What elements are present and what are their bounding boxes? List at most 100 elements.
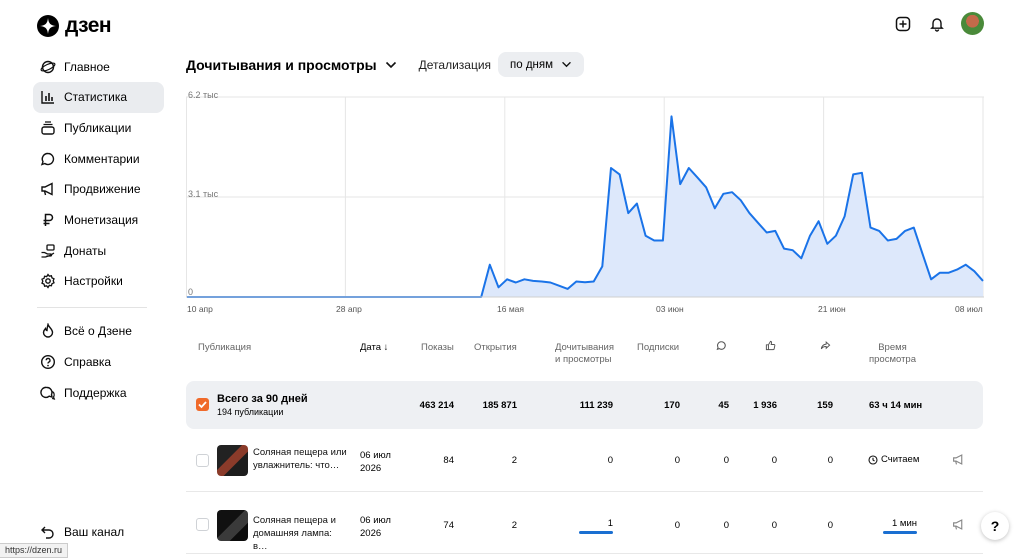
detail-dropdown[interactable]: по дням (498, 52, 585, 77)
sidebar-item-label: Комментарии (64, 151, 140, 166)
megaphone-icon (41, 182, 53, 196)
sidebar-item-label: Статистика (64, 90, 128, 105)
metric-selector[interactable]: Дочитывания и просмотры (186, 57, 377, 73)
clock-icon (868, 454, 878, 465)
share-icon[interactable] (820, 340, 831, 354)
publication-title[interactable]: Соляная пещера и домашняя лампа: в… (253, 514, 349, 553)
top-actions (893, 12, 984, 35)
col-subs[interactable]: Подписки (637, 342, 679, 353)
chat-icon (40, 386, 56, 400)
sidebar-item-monetization[interactable]: Монетизация (33, 205, 164, 236)
row-time: 1 мин (891, 518, 917, 529)
sidebar-item-about[interactable]: Всё о Дзене (33, 316, 164, 347)
total-shares: 159 (817, 400, 833, 411)
gear-icon (41, 273, 55, 290)
dzen-logo-icon (37, 15, 59, 37)
total-subs: 170 (664, 400, 680, 411)
sidebar-item-publications[interactable]: Публикации (33, 112, 164, 143)
row-checkbox[interactable] (196, 518, 209, 531)
sidebar-item-label: Ваш канал (64, 524, 125, 539)
x-tick-label: 03 июн (656, 304, 684, 314)
sidebar-item-label: Донаты (64, 243, 107, 258)
table-header: Публикация Дата ↓ Показы Открытия Дочиты… (186, 338, 984, 368)
like-icon[interactable] (765, 340, 776, 354)
flame-icon (42, 323, 54, 338)
sidebar-item-stats[interactable]: Статистика (33, 81, 164, 113)
promote-megaphone-icon[interactable] (952, 518, 965, 534)
add-icon[interactable] (893, 14, 913, 34)
y-tick-label: 6.2 тыс (188, 90, 219, 100)
sidebar-item-support[interactable]: Поддержка (33, 377, 164, 408)
help-button[interactable]: ? (981, 512, 1009, 540)
help-circle-icon (40, 354, 56, 369)
row-likes: 0 (771, 455, 777, 466)
sidebar-item-label: Публикации (64, 120, 132, 135)
chart-plot (186, 96, 984, 298)
chevron-down-icon (562, 61, 571, 68)
donate-icon (41, 244, 55, 258)
x-tick-label: 10 апр (187, 304, 213, 314)
bar-chart-icon (41, 91, 54, 104)
sidebar: Главное Статистика Публикации Комментари… (33, 51, 164, 408)
avatar[interactable] (961, 12, 984, 35)
sidebar-item-settings[interactable]: Настройки (33, 266, 164, 297)
total-subtitle: 194 публикации (217, 407, 284, 417)
col-date-sort[interactable]: Дата ↓ (360, 342, 388, 353)
x-tick-label: 08 июл (955, 304, 983, 314)
comment-icon[interactable] (716, 340, 727, 354)
sidebar-item-label: Поддержка (64, 385, 127, 400)
total-reads: 111 239 (579, 400, 613, 411)
row-likes: 0 (771, 520, 777, 531)
row-opens: 2 (511, 520, 517, 531)
publication-title[interactable]: Соляная пещера или увлажнитель: что… (253, 446, 349, 472)
stack-icon (41, 121, 55, 135)
logo-text: дзен (65, 14, 112, 37)
back-arrow-icon (41, 526, 54, 539)
total-likes: 1 936 (753, 400, 777, 411)
sidebar-item-main[interactable]: Главное (33, 51, 164, 82)
col-time[interactable]: Время просмотра (869, 342, 916, 366)
bell-icon[interactable] (927, 14, 947, 34)
sidebar-item-promotion[interactable]: Продвижение (33, 174, 164, 205)
app-root: дзен Главное Статистика Публикации Комме… (0, 0, 1024, 558)
sidebar-item-donations[interactable]: Донаты (33, 235, 164, 266)
promote-megaphone-icon[interactable] (952, 453, 965, 469)
dzen-logo[interactable]: дзен (37, 14, 112, 38)
row-shares: 0 (827, 520, 833, 531)
ruble-icon (43, 213, 54, 227)
publication-thumbnail (217, 510, 248, 541)
series-area (187, 116, 983, 298)
total-title: Всего за 90 дней (217, 393, 308, 405)
sidebar-item-help[interactable]: Справка (33, 346, 164, 377)
x-tick-label: 21 июн (818, 304, 846, 314)
sidebar-item-label: Справка (64, 354, 112, 369)
sidebar-item-comments[interactable]: Комментарии (33, 143, 164, 174)
col-publication: Публикация (198, 342, 252, 353)
table-row[interactable]: Соляная пещера или увлажнитель: что… 06 … (186, 432, 983, 492)
row-comments: 0 (723, 520, 729, 531)
row-reads: 1 (607, 518, 613, 529)
row-subs: 0 (674, 520, 680, 531)
sidebar-item-label: Монетизация (64, 213, 139, 228)
sidebar-item-label: Главное (64, 59, 110, 74)
sidebar-item-label: Всё о Дзене (64, 324, 132, 339)
publication-date: 06 июл 2026 (360, 515, 391, 539)
stats-chart: 6.2 тыс 3.1 тыс 0 10 апр 28 апр 16 мая 0… (186, 88, 984, 318)
total-opens: 185 871 (482, 400, 517, 411)
stats-header: Дочитывания и просмотры Детализация по д… (186, 52, 585, 77)
detail-label: Детализация (418, 57, 492, 72)
row-shares: 0 (827, 455, 833, 466)
row-comments: 0 (723, 455, 729, 466)
y-tick-label: 3.1 тыс (188, 189, 219, 199)
col-reads[interactable]: Дочитывания и просмотры (555, 342, 614, 366)
row-opens: 2 (511, 455, 517, 466)
publication-thumbnail (217, 445, 248, 476)
col-opens[interactable]: Открытия (474, 342, 517, 353)
time-progress-bar (883, 531, 917, 534)
row-checkbox[interactable] (196, 454, 209, 467)
col-shows[interactable]: Показы (421, 342, 454, 353)
chevron-down-icon[interactable] (385, 61, 397, 69)
table-row[interactable]: Соляная пещера и домашняя лампа: в… 06 и… (186, 494, 983, 554)
row-reads: 0 (607, 455, 613, 466)
total-checkbox[interactable] (196, 398, 209, 411)
